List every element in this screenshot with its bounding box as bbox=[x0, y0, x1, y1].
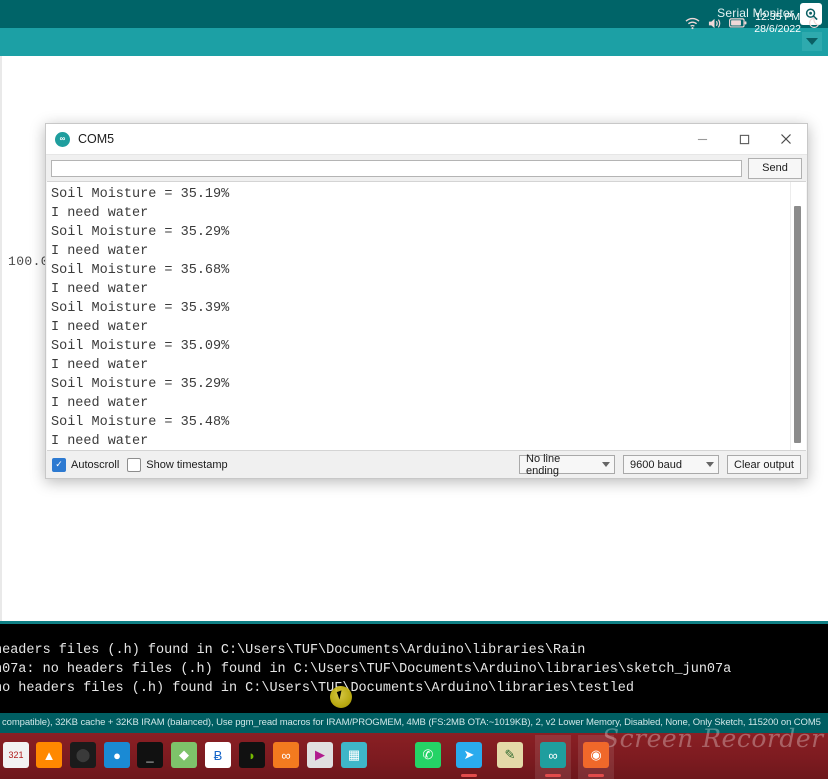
dialog-bottom-bar: ✓ Autoscroll Show timestamp No line endi… bbox=[46, 451, 807, 478]
calendar-321-icon-glyph: 321 bbox=[8, 750, 24, 760]
editor-left-rule bbox=[0, 56, 2, 621]
vlc-icon-glyph: ▲ bbox=[42, 747, 56, 763]
chart-app-icon[interactable]: ▦ bbox=[341, 742, 367, 768]
calendar-321-icon[interactable]: 321 bbox=[3, 742, 29, 768]
moon-icon[interactable] bbox=[808, 16, 822, 30]
dialog-title: COM5 bbox=[78, 132, 115, 146]
vlc-icon[interactable]: ▲ bbox=[36, 742, 62, 768]
nvidia-icon-glyph: ◗ bbox=[248, 747, 256, 763]
wifi-icon[interactable] bbox=[685, 17, 700, 30]
bluetooth-icon-glyph: Ƀ bbox=[213, 747, 223, 763]
show-timestamp-checkbox[interactable] bbox=[127, 457, 142, 472]
dialog-title-bar[interactable]: ∞ COM5 bbox=[46, 124, 807, 155]
autoscroll-label: Autoscroll bbox=[71, 458, 120, 471]
minimize-icon bbox=[697, 138, 707, 140]
notepad-app-icon-glyph: ✎ bbox=[504, 747, 516, 762]
battery-icon[interactable] bbox=[729, 17, 747, 29]
chevron-down-icon bbox=[602, 462, 610, 467]
serial-output-text: Soil Moisture = 35.19% I need water Soil… bbox=[51, 186, 230, 449]
system-tray[interactable]: 12:35 PM 28/6/2022 bbox=[685, 0, 822, 46]
telegram-icon-glyph: ➤ bbox=[463, 747, 475, 762]
chart-app-icon-glyph: ▦ bbox=[347, 747, 361, 762]
scrollbar-thumb[interactable] bbox=[794, 206, 801, 443]
telegram-icon[interactable]: ➤ bbox=[456, 742, 482, 768]
taskbar-clock[interactable]: 12:35 PM 28/6/2022 bbox=[754, 11, 801, 35]
build-console: headers files (.h) found in C:\Users\TUF… bbox=[0, 621, 828, 713]
lightbulb-idea-icon[interactable]: ● bbox=[104, 742, 130, 768]
console-output-text: headers files (.h) found in C:\Users\TUF… bbox=[0, 642, 732, 696]
cursor-arrow-icon bbox=[336, 690, 345, 700]
baud-rate-select[interactable]: 9600 baud bbox=[623, 455, 719, 474]
clock-date: 28/6/2022 bbox=[754, 23, 801, 35]
xampp-icon-glyph: ∞ bbox=[281, 747, 291, 763]
send-button[interactable]: Send bbox=[748, 157, 802, 179]
serial-output-panel[interactable]: Soil Moisture = 35.19% I need water Soil… bbox=[47, 181, 806, 451]
gamepad-icon-glyph: ⬤ bbox=[75, 747, 91, 762]
recorder-running-indicator bbox=[588, 774, 604, 777]
whatsapp-icon-glyph: ✆ bbox=[422, 747, 434, 762]
ide-status-bar: compatible), 32KB cache + 32KB IRAM (bal… bbox=[0, 713, 828, 733]
lightbulb-idea-icon-glyph: ● bbox=[113, 747, 121, 763]
camera-recorder-icon[interactable]: ◉ bbox=[583, 742, 609, 768]
terminal-icon[interactable]: _ bbox=[137, 742, 163, 768]
camera-recorder-icon-glyph: ◉ bbox=[590, 747, 602, 762]
autoscroll-checkbox-group[interactable]: ✓ Autoscroll bbox=[52, 457, 120, 472]
minimize-button[interactable] bbox=[681, 124, 723, 154]
clear-output-button[interactable]: Clear output bbox=[727, 455, 801, 474]
package-box-icon-glyph: ◆ bbox=[179, 747, 189, 762]
speaker-icon[interactable] bbox=[707, 17, 722, 30]
editor-visible-text: 100.0 bbox=[8, 254, 50, 269]
arduino-running-indicator bbox=[545, 774, 561, 777]
console-top-divider bbox=[0, 621, 828, 624]
baud-rate-value: 9600 baud bbox=[630, 458, 682, 471]
video-editor-icon-glyph: ▶ bbox=[315, 747, 325, 762]
arduino-infinity-icon: ∞ bbox=[55, 131, 70, 147]
serial-send-input[interactable] bbox=[51, 159, 742, 177]
arduino-ide-icon-glyph: ∞ bbox=[548, 747, 558, 763]
telegram-running-indicator bbox=[461, 774, 477, 777]
clock-time: 12:35 PM bbox=[755, 11, 801, 23]
mouse-cursor bbox=[330, 686, 352, 708]
notepad-app-icon[interactable]: ✎ bbox=[497, 742, 523, 768]
maximize-icon bbox=[739, 134, 749, 144]
maximize-button[interactable] bbox=[723, 124, 765, 154]
line-ending-select[interactable]: No line ending bbox=[519, 452, 615, 477]
terminal-icon-glyph: _ bbox=[146, 747, 154, 763]
bluetooth-icon[interactable]: Ƀ bbox=[205, 742, 231, 768]
arduino-ide-icon[interactable]: ∞ bbox=[540, 742, 566, 768]
video-editor-icon[interactable]: ▶ bbox=[307, 742, 333, 768]
serial-output-scrollbar[interactable] bbox=[790, 182, 804, 450]
nvidia-icon[interactable]: ◗ bbox=[239, 742, 265, 768]
whatsapp-icon[interactable]: ✆ bbox=[415, 742, 441, 768]
dialog-send-row: Send bbox=[46, 155, 807, 181]
line-ending-value: No line ending bbox=[526, 452, 561, 477]
show-timestamp-label: Show timestamp bbox=[146, 458, 228, 471]
autoscroll-checkbox[interactable]: ✓ bbox=[52, 457, 66, 472]
gamepad-icon[interactable]: ⬤ bbox=[70, 742, 96, 768]
close-button[interactable] bbox=[765, 124, 807, 154]
package-box-icon[interactable]: ◆ bbox=[171, 742, 197, 768]
chevron-down-icon bbox=[706, 462, 714, 467]
show-timestamp-checkbox-group[interactable]: Show timestamp bbox=[127, 457, 228, 472]
xampp-icon[interactable]: ∞ bbox=[273, 742, 299, 768]
close-icon bbox=[781, 134, 791, 144]
serial-monitor-dialog[interactable]: ∞ COM5 Send Soil Moisture = 35.19% I nee… bbox=[45, 123, 808, 479]
